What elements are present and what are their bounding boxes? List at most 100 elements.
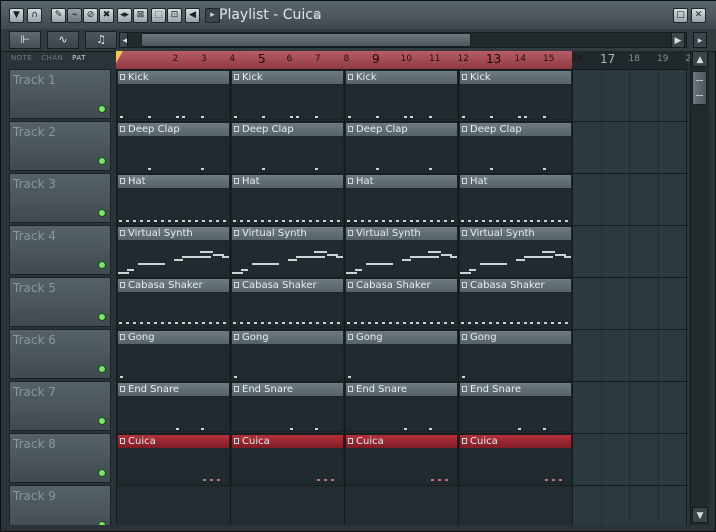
clip-header[interactable]: Deep Clap <box>346 123 457 137</box>
pattern-clip[interactable]: Hat <box>117 174 230 224</box>
clip-header[interactable]: Virtual Synth <box>232 227 343 241</box>
clip-header[interactable]: Deep Clap <box>118 123 229 137</box>
note-mode-button[interactable]: ♫ <box>85 31 117 49</box>
clip-header[interactable]: Cabasa Shaker <box>346 279 457 293</box>
pattern-clip[interactable]: End Snare <box>117 382 230 432</box>
horizontal-scroll-thumb[interactable] <box>141 33 471 47</box>
pattern-clip[interactable]: Cabasa Shaker <box>345 278 458 328</box>
track-enable-led-icon[interactable] <box>98 469 106 477</box>
track-enable-led-icon[interactable] <box>98 365 106 373</box>
pattern-clip[interactable]: End Snare <box>345 382 458 432</box>
clip-header[interactable]: Deep Clap <box>460 123 571 137</box>
pattern-clip[interactable]: Deep Clap <box>345 122 458 172</box>
menu-arrow-icon[interactable]: ▼ <box>9 8 24 23</box>
clip-header[interactable]: Cuica <box>460 435 571 449</box>
slip-icon[interactable]: ◂▸ <box>117 8 132 23</box>
clip-header[interactable]: Cabasa Shaker <box>118 279 229 293</box>
clip-header[interactable]: Cabasa Shaker <box>232 279 343 293</box>
track-enable-led-icon[interactable] <box>98 105 106 113</box>
pattern-clip[interactable]: End Snare <box>231 382 344 432</box>
delete-icon[interactable]: ✖ <box>99 8 114 23</box>
track-header[interactable]: Track 1 · · · · <box>9 69 111 119</box>
clip-header[interactable]: End Snare <box>232 383 343 397</box>
restore-icon[interactable]: □ <box>673 8 688 23</box>
pattern-clip[interactable]: Kick <box>117 70 230 120</box>
slice-icon[interactable]: ⊠ <box>133 8 148 23</box>
clip-header[interactable]: Hat <box>232 175 343 189</box>
select-icon[interactable]: ⬚ <box>151 8 166 23</box>
pattern-clip[interactable]: Cuica <box>231 434 344 484</box>
pattern-clip[interactable]: Cabasa Shaker <box>117 278 230 328</box>
clip-header[interactable]: Virtual Synth <box>460 227 571 241</box>
title-dropdown-icon[interactable] <box>313 13 321 18</box>
pattern-clip[interactable]: Deep Clap <box>231 122 344 172</box>
track-enable-led-icon[interactable] <box>98 157 106 165</box>
pattern-clip[interactable]: Gong <box>345 330 458 380</box>
mode-pat[interactable]: PAT <box>72 54 86 62</box>
track-enable-led-icon[interactable] <box>98 417 106 425</box>
vertical-scrollbar[interactable]: ▲ ▼ <box>690 51 709 525</box>
pattern-clip[interactable]: Virtual Synth <box>345 226 458 276</box>
playlist-grid[interactable]: Kick Kick Kick Kick Deep Clap Deep Clap Deep C… <box>116 69 688 525</box>
track-enable-led-icon[interactable] <box>98 261 106 269</box>
scroll-right-icon[interactable]: ▶ <box>671 32 685 48</box>
pattern-clip[interactable]: Gong <box>117 330 230 380</box>
pattern-clip[interactable]: Cuica <box>459 434 572 484</box>
pattern-clip[interactable]: Gong <box>231 330 344 380</box>
clip-header[interactable]: Kick <box>346 71 457 85</box>
pattern-clip[interactable]: Kick <box>459 70 572 120</box>
playhead-marker-icon[interactable] <box>116 51 123 63</box>
track-header[interactable]: Track 2 · · · · <box>9 121 111 171</box>
timeline-ruler[interactable]: 234567891011121314151617181920 <box>116 51 697 70</box>
mute-icon[interactable]: ⊘ <box>83 8 98 23</box>
pattern-clip[interactable]: End Snare <box>459 382 572 432</box>
clip-header[interactable]: Hat <box>460 175 571 189</box>
scroll-down-icon[interactable]: ▼ <box>692 507 708 523</box>
pencil-icon[interactable]: ✎ <box>51 8 66 23</box>
scroll-up-icon[interactable]: ▲ <box>692 51 708 67</box>
vertical-scroll-thumb[interactable] <box>692 71 707 105</box>
pattern-clip[interactable]: Cabasa Shaker <box>231 278 344 328</box>
pattern-clip[interactable]: Hat <box>459 174 572 224</box>
pattern-clip[interactable]: Hat <box>345 174 458 224</box>
mode-chan[interactable]: CHAN <box>41 54 63 62</box>
clip-header[interactable]: Hat <box>346 175 457 189</box>
mode-note[interactable]: NOTE <box>11 54 32 62</box>
clip-header[interactable]: Virtual Synth <box>118 227 229 241</box>
track-header[interactable]: Track 3 · · · · <box>9 173 111 223</box>
track-header[interactable]: Track 6 · · · · <box>9 329 111 379</box>
clip-header[interactable]: Cuica <box>346 435 457 449</box>
speaker-icon[interactable]: ◀ <box>185 8 200 23</box>
pattern-clip[interactable]: Gong <box>459 330 572 380</box>
track-enable-led-icon[interactable] <box>98 209 106 217</box>
track-header[interactable]: Track 4 · · · · <box>9 225 111 275</box>
track-header[interactable]: Track 7 · · · · <box>9 381 111 431</box>
track-header[interactable]: Track 5 · · · · <box>9 277 111 327</box>
magnet-icon[interactable]: ∩ <box>27 8 42 23</box>
clip-header[interactable]: Gong <box>118 331 229 345</box>
clip-header[interactable]: Deep Clap <box>232 123 343 137</box>
pattern-clip[interactable]: Virtual Synth <box>231 226 344 276</box>
pattern-clip[interactable]: Virtual Synth <box>117 226 230 276</box>
pattern-clip[interactable]: Cuica <box>345 434 458 484</box>
pattern-clip[interactable]: Kick <box>231 70 344 120</box>
clip-header[interactable]: Cuica <box>232 435 343 449</box>
track-header[interactable]: Track 9 · · · · <box>9 485 111 525</box>
clip-header[interactable]: Gong <box>346 331 457 345</box>
pattern-clip[interactable]: Kick <box>345 70 458 120</box>
clip-header[interactable]: Kick <box>460 71 571 85</box>
clip-header[interactable]: Cabasa Shaker <box>460 279 571 293</box>
clip-header[interactable]: End Snare <box>460 383 571 397</box>
clip-header[interactable]: End Snare <box>346 383 457 397</box>
clip-header[interactable]: End Snare <box>118 383 229 397</box>
automation-mode-button[interactable]: ∿ <box>47 31 79 49</box>
track-header[interactable]: Track 8 · · · · <box>9 433 111 483</box>
clip-header[interactable]: Virtual Synth <box>346 227 457 241</box>
pattern-clip[interactable]: Hat <box>231 174 344 224</box>
clip-header[interactable]: Gong <box>232 331 343 345</box>
clip-header[interactable]: Kick <box>232 71 343 85</box>
clip-header[interactable]: Kick <box>118 71 229 85</box>
clip-header[interactable]: Gong <box>460 331 571 345</box>
track-enable-led-icon[interactable] <box>98 521 106 525</box>
track-enable-led-icon[interactable] <box>98 313 106 321</box>
